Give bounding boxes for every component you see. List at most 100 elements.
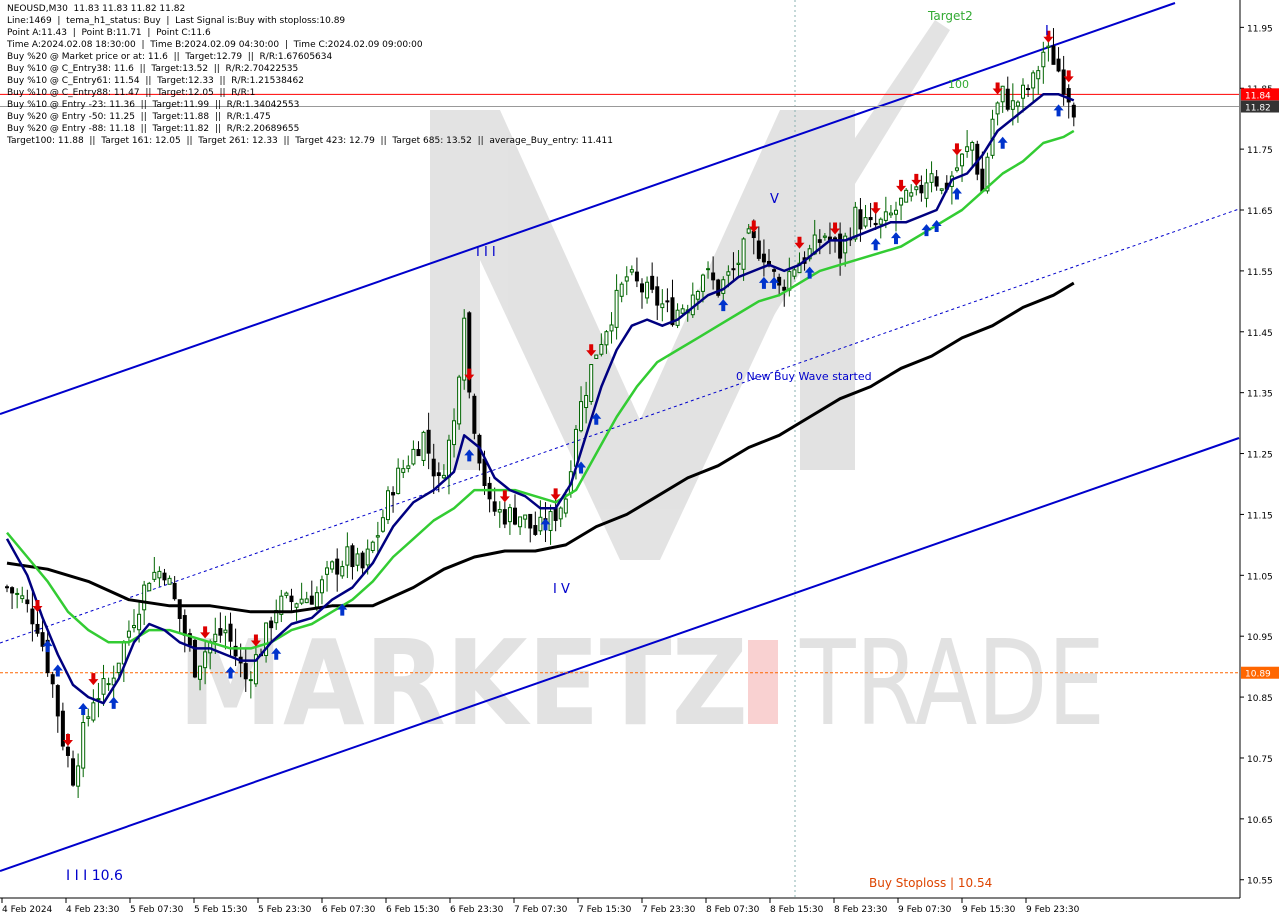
current-price-tag: 11.84 xyxy=(1245,91,1271,101)
candle-body xyxy=(218,628,223,636)
time-tick-label: 5 Feb 15:30 xyxy=(194,905,248,915)
target100-label: 100 xyxy=(948,78,969,91)
candle-body xyxy=(904,189,909,203)
candle-body xyxy=(472,395,477,434)
candle-body xyxy=(833,237,838,240)
candle-body xyxy=(594,354,599,359)
candle-body xyxy=(325,567,330,575)
time-tick-label: 7 Feb 23:30 xyxy=(642,905,696,915)
candle-body xyxy=(614,289,619,328)
candle-body xyxy=(934,176,939,187)
candle-body xyxy=(634,271,639,282)
time-tick-label: 8 Feb 07:30 xyxy=(706,905,760,915)
watermark-brand-mid xyxy=(748,640,778,724)
chart-window[interactable]: MARKETZ TRADE Target2 100 0 New Buy Wave sta… xyxy=(0,0,1280,920)
price-tick-label: 11.05 xyxy=(1247,572,1273,582)
candle-body xyxy=(365,548,370,566)
stoploss-label: Buy Stoploss | 10.54 xyxy=(869,876,992,890)
candle-body xyxy=(157,570,162,579)
wave-low-label: I I I 10.6 xyxy=(66,868,123,884)
candle-body xyxy=(360,552,365,569)
candle-body xyxy=(1046,45,1051,49)
candle-body xyxy=(645,281,650,299)
candle-body xyxy=(655,286,660,306)
candle-body xyxy=(523,514,528,520)
time-tick-label: 8 Feb 23:30 xyxy=(834,905,888,915)
candle-body xyxy=(548,511,553,531)
candle-body xyxy=(1010,100,1015,110)
candle-body xyxy=(736,262,741,265)
price-tick-label: 10.55 xyxy=(1247,877,1273,887)
candle-body xyxy=(86,716,91,719)
time-tick-label: 6 Feb 15:30 xyxy=(386,905,440,915)
candle-body xyxy=(289,595,294,603)
candle-body xyxy=(899,197,904,206)
candle-body xyxy=(446,439,451,478)
candle-body xyxy=(1021,84,1025,99)
candle-body xyxy=(873,222,878,226)
candle-body xyxy=(401,468,406,473)
candle-body xyxy=(198,665,203,680)
candle-body xyxy=(853,206,858,240)
time-tick-label: 7 Feb 15:30 xyxy=(578,905,632,915)
candle-body xyxy=(380,517,385,532)
candle-body xyxy=(228,623,233,642)
time-tick-label: 7 Feb 07:30 xyxy=(514,905,568,915)
candle-body xyxy=(690,294,695,316)
candle-body xyxy=(40,632,45,647)
candle-body xyxy=(726,271,731,276)
candle-body xyxy=(619,283,624,297)
candle-body xyxy=(182,615,187,636)
price-tick-label: 11.75 xyxy=(1247,146,1273,156)
candle-body xyxy=(695,290,700,300)
time-tick-label: 8 Feb 15:30 xyxy=(770,905,824,915)
candle-body xyxy=(711,272,716,281)
candle-body xyxy=(782,286,787,291)
candle-body xyxy=(137,613,142,631)
candle-body xyxy=(314,592,319,608)
time-tick-label: 4 Feb 23:30 xyxy=(66,905,120,915)
price-tick-label: 11.25 xyxy=(1247,451,1273,461)
candle-body xyxy=(980,168,985,192)
candle-body xyxy=(497,509,502,513)
candle-body xyxy=(680,308,685,314)
price-tick-label: 10.75 xyxy=(1247,755,1273,765)
time-tick-label: 9 Feb 07:30 xyxy=(898,905,952,915)
candle-body xyxy=(121,641,126,665)
candle-body xyxy=(101,678,106,695)
price-tick-label: 11.35 xyxy=(1247,390,1273,400)
candle-body xyxy=(721,279,726,294)
candle-body xyxy=(147,582,152,592)
candle-body xyxy=(426,429,431,454)
time-tick-label: 9 Feb 15:30 xyxy=(962,905,1016,915)
candle-body xyxy=(10,587,15,594)
candle-body xyxy=(1056,58,1061,72)
candle-body xyxy=(883,211,888,221)
candle-body xyxy=(294,603,299,608)
candle-body xyxy=(817,239,822,243)
candle-body xyxy=(350,545,355,568)
candle-body xyxy=(309,595,314,605)
wave-i-label: I xyxy=(1045,24,1049,39)
info-line: Time A:2024.02.08 18:30:00 | Time B:2024… xyxy=(7,40,423,50)
candle-body xyxy=(416,449,421,457)
candle-body xyxy=(391,492,396,496)
candle-body xyxy=(741,238,746,270)
candle-body xyxy=(284,592,289,596)
candle-body xyxy=(81,722,86,769)
candle-body xyxy=(55,685,60,717)
candle-body xyxy=(518,516,523,528)
candle-body xyxy=(76,765,81,787)
time-tick-label: 5 Feb 07:30 xyxy=(130,905,184,915)
price-tick-label: 10.95 xyxy=(1247,633,1273,643)
candle-body xyxy=(838,233,843,259)
candle-body xyxy=(330,561,335,570)
candle-body xyxy=(909,192,914,197)
candle-body xyxy=(716,279,721,296)
candle-body xyxy=(30,608,35,625)
watermark-text: MARKETZ TRADE xyxy=(178,614,1105,752)
candle-body xyxy=(640,283,644,293)
candle-body xyxy=(609,324,614,332)
candle-body xyxy=(162,572,167,581)
candle-body xyxy=(482,458,487,487)
